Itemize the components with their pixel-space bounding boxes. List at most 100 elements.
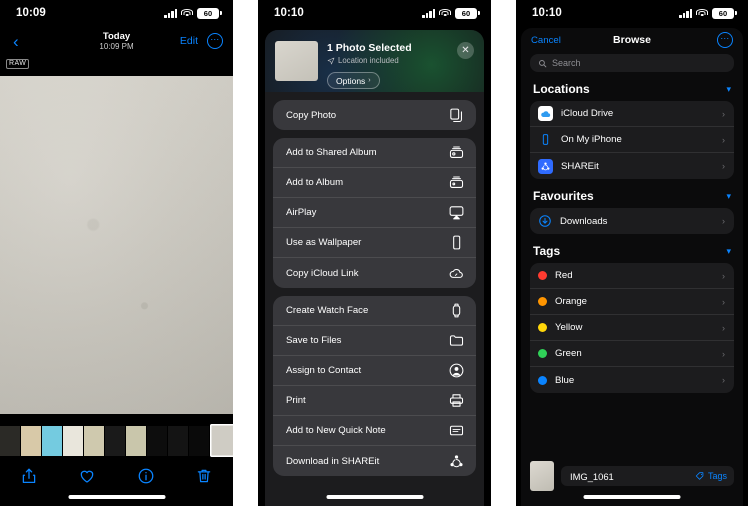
battery-icon: 60 [712, 7, 737, 19]
status-indicators: 60 [679, 7, 737, 19]
filmstrip-thumbnail[interactable] [189, 425, 209, 456]
photo-viewer[interactable] [0, 76, 233, 414]
photos-app-panel: 10:09 60 ‹ Today 10:09 PM Edit ⋯ RAW [0, 0, 233, 506]
filmstrip-thumbnail[interactable] [21, 425, 41, 456]
filename-field[interactable]: IMG_1061 Tags [561, 466, 734, 486]
chevron-right-icon: › [368, 77, 371, 84]
search-input[interactable]: Search [530, 54, 734, 72]
files-sheet: Cancel Browse ⋯ Search Locations ▾ iCloud … [521, 28, 743, 506]
files-list-item[interactable]: Red › [530, 263, 734, 289]
chevron-down-icon[interactable]: ▾ [726, 246, 731, 257]
wallpaper-icon [448, 234, 465, 251]
close-icon[interactable]: ✕ [457, 42, 474, 59]
tag-dot-icon [538, 297, 547, 306]
share-action-item[interactable]: Assign to Contact [273, 356, 476, 386]
selected-photo-thumbnail[interactable] [275, 41, 318, 81]
share-action-item[interactable]: Download in SHAREit [273, 446, 476, 476]
share-action-label: Add to Shared Album [286, 147, 377, 158]
chevron-down-icon[interactable]: ▾ [726, 191, 731, 202]
wifi-icon [696, 8, 708, 18]
files-section-title: Favourites [533, 189, 594, 203]
status-indicators: 60 [422, 7, 480, 19]
share-sheet: 1 Photo Selected Location included Optio… [265, 30, 484, 506]
files-list-item[interactable]: On My iPhone › [530, 127, 734, 153]
files-list-item[interactable]: SHAREit › [530, 153, 734, 179]
printer-icon [448, 392, 465, 409]
chevron-down-icon[interactable]: ▾ [726, 84, 731, 95]
photo-filmstrip[interactable] [0, 424, 233, 457]
icloud-link-icon [448, 265, 465, 282]
cellular-signal-icon [422, 8, 435, 18]
share-action-group: Create Watch Face Save to Files Assign to … [273, 296, 476, 476]
filmstrip-thumbnail[interactable] [147, 425, 167, 456]
files-section-header[interactable]: Locations ▾ [521, 72, 743, 101]
files-section-header[interactable]: Favourites ▾ [521, 179, 743, 208]
files-list-item[interactable]: iCloud Drive › [530, 101, 734, 127]
filmstrip-thumbnail[interactable] [42, 425, 62, 456]
filmstrip-thumbnail[interactable] [0, 425, 20, 456]
filmstrip-thumbnail[interactable] [126, 425, 146, 456]
wifi-icon [181, 8, 193, 18]
search-placeholder: Search [552, 58, 581, 68]
files-browse-panel: 10:10 60 Cancel Browse ⋯ Search Location… [516, 0, 748, 506]
share-action-item[interactable]: Add to Album [273, 168, 476, 198]
status-bar: 10:09 60 [0, 0, 233, 26]
filmstrip-thumbnail[interactable] [84, 425, 104, 456]
share-action-item[interactable]: Use as Wallpaper [273, 228, 476, 258]
options-label: Options [336, 75, 366, 86]
share-action-item[interactable]: Add to New Quick Note [273, 416, 476, 446]
ellipsis-circle-icon[interactable]: ⋯ [207, 33, 223, 49]
files-list-item-label: Blue [555, 374, 575, 386]
files-list-item[interactable]: Blue › [530, 367, 734, 393]
trash-icon[interactable] [195, 467, 213, 487]
share-action-item[interactable]: Print [273, 386, 476, 416]
share-action-item[interactable]: Copy Photo [273, 100, 476, 130]
options-button[interactable]: Options › [327, 72, 380, 89]
filmstrip-thumbnail[interactable] [168, 425, 188, 456]
share-icon[interactable] [20, 467, 38, 487]
battery-icon: 60 [197, 7, 222, 19]
tags-button[interactable]: Tags [695, 471, 727, 481]
album-icon [448, 174, 465, 191]
files-list-item-label: Yellow [555, 322, 583, 333]
share-header-text: 1 Photo Selected Location included Optio… [327, 41, 474, 92]
selection-subtitle-text: Location included [338, 56, 399, 65]
photos-toolbar [0, 460, 233, 494]
share-action-label: Copy iCloud Link [286, 267, 359, 279]
share-action-item[interactable]: Copy iCloud Link [273, 258, 476, 288]
files-nav-bar: Cancel Browse ⋯ [521, 28, 743, 52]
ellipsis-circle-icon[interactable]: ⋯ [717, 32, 733, 48]
share-action-group: Add to Shared Album Add to Album AirPlay Us… [273, 138, 476, 288]
share-action-item[interactable]: Save to Files [273, 326, 476, 356]
tag-dot-icon [538, 375, 547, 385]
files-section-header[interactable]: Tags ▾ [521, 234, 743, 263]
filmstrip-thumbnail[interactable] [105, 425, 125, 456]
share-action-item[interactable]: Create Watch Face [273, 296, 476, 326]
edit-button[interactable]: Edit [180, 35, 198, 47]
status-bar: 10:10 60 [258, 0, 491, 26]
share-action-item[interactable]: Add to Shared Album [273, 138, 476, 168]
shareit-app-icon [538, 158, 553, 174]
cancel-button[interactable]: Cancel [531, 35, 561, 46]
files-list-item[interactable]: Yellow › [530, 315, 734, 341]
tag-dot-icon [538, 323, 547, 332]
chevron-right-icon: › [722, 348, 725, 359]
share-action-item[interactable]: AirPlay [273, 198, 476, 228]
wifi-icon [439, 8, 451, 18]
files-list-item[interactable]: Orange › [530, 289, 734, 315]
share-action-label: Create Watch Face [286, 305, 369, 316]
raw-badge-row: RAW [0, 56, 233, 72]
heart-icon[interactable] [78, 467, 96, 487]
location-arrow-icon [327, 57, 335, 65]
chevron-left-icon[interactable]: ‹ [10, 33, 22, 50]
files-list-item-label: Green [555, 348, 582, 359]
info-icon[interactable] [137, 467, 155, 487]
share-action-label: Print [286, 395, 306, 406]
screenshot-root: 10:09 60 ‹ Today 10:09 PM Edit ⋯ RAW 10:… [0, 0, 748, 506]
filmstrip-thumbnail[interactable] [63, 425, 83, 456]
filmstrip-thumbnail-selected[interactable] [210, 424, 233, 457]
share-action-groups: Copy Photo Add to Shared Album Add to Albu… [265, 100, 484, 476]
files-list-item[interactable]: Downloads › [530, 208, 734, 234]
files-list-item[interactable]: Green › [530, 341, 734, 367]
home-indicator [68, 495, 165, 499]
